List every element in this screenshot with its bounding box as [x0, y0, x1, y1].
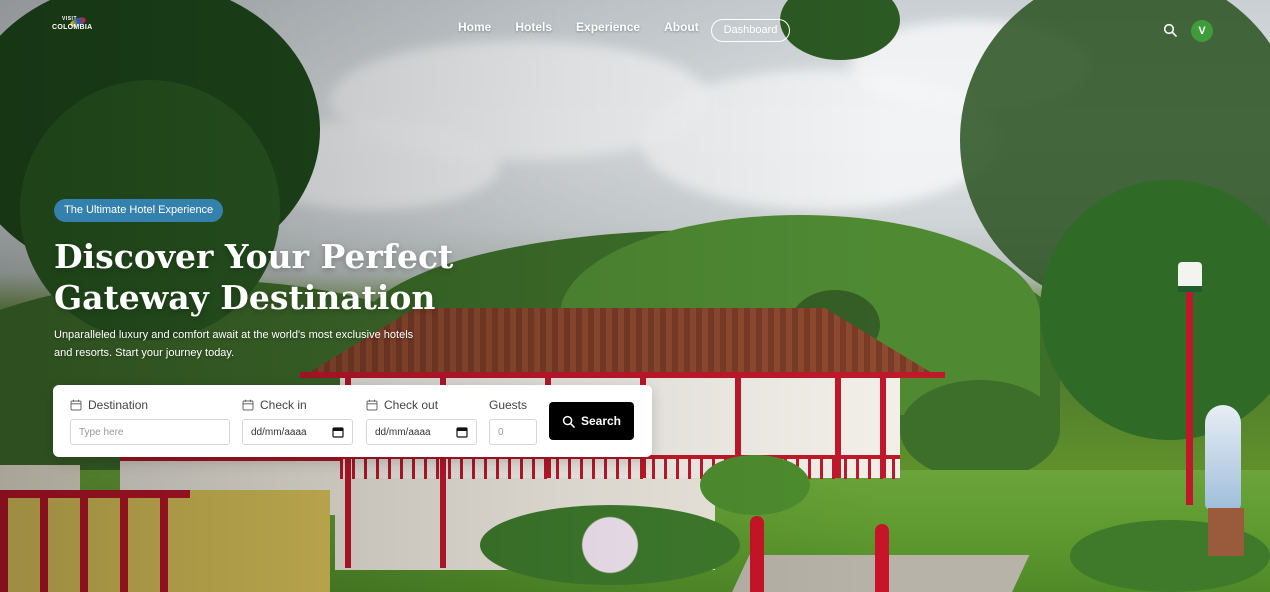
nav-experience-link[interactable]: Experience: [576, 20, 640, 34]
dashboard-button[interactable]: Dashboard: [711, 19, 790, 42]
destination-field: Destination Type here: [70, 397, 230, 445]
guests-input[interactable]: 0: [489, 419, 537, 445]
checkin-value: dd/mm/aaaa: [251, 426, 307, 438]
main-nav: Home Hotels Experience About: [458, 20, 699, 34]
hero-subtext: Unparalleled luxury and comfort await at…: [54, 329, 414, 359]
hero-headline: Discover Your Perfect Gateway Destinatio…: [54, 236, 474, 318]
checkout-date-input[interactable]: dd/mm/aaaa: [366, 419, 477, 445]
destination-input[interactable]: Type here: [70, 419, 230, 445]
checkout-field: Check out dd/mm/aaaa: [366, 397, 477, 445]
checkout-value: dd/mm/aaaa: [375, 426, 431, 438]
calendar-picker-icon[interactable]: [332, 426, 344, 438]
checkin-field: Check in dd/mm/aaaa: [242, 397, 353, 445]
checkout-label: Check out: [384, 398, 439, 412]
destination-label: Destination: [88, 398, 149, 412]
calendar-icon: [70, 399, 82, 411]
guests-label: Guests: [489, 398, 528, 412]
guests-field: Guests 0: [489, 397, 537, 445]
nav-about-link[interactable]: About: [664, 20, 699, 34]
nav-home-link[interactable]: Home: [458, 20, 491, 34]
brand-logo[interactable]: VISIT COLOMBIA: [52, 15, 93, 40]
guests-value: 0: [498, 426, 504, 438]
logo-text: COLOMBIA: [52, 24, 93, 31]
headline-line-2: Gateway Destination: [54, 278, 436, 317]
calendar-icon: [242, 399, 254, 411]
search-button[interactable]: Search: [549, 402, 634, 440]
nav-hotels-link[interactable]: Hotels: [515, 20, 552, 34]
search-icon[interactable]: [1163, 23, 1177, 37]
checkin-date-input[interactable]: dd/mm/aaaa: [242, 419, 353, 445]
search-card: Destination Type here Check in dd/mm/aaa…: [53, 385, 652, 457]
search-icon: [562, 415, 575, 428]
calendar-icon: [366, 399, 378, 411]
checkin-label: Check in: [260, 398, 307, 412]
tagline-badge: The Ultimate Hotel Experience: [54, 199, 224, 222]
headline-line-1: Discover Your Perfect: [54, 237, 454, 276]
user-avatar[interactable]: V: [1191, 20, 1213, 42]
destination-placeholder: Type here: [79, 426, 124, 438]
calendar-picker-icon[interactable]: [456, 426, 468, 438]
search-button-label: Search: [580, 414, 622, 428]
